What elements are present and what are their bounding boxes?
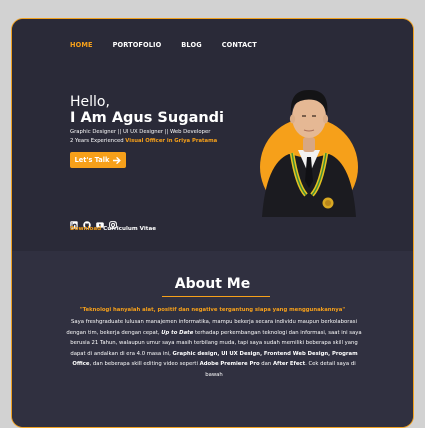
hero-experience: 2 Years Experienced Visual Officer in Gr…	[70, 138, 217, 144]
experience-highlight: Visual Officer in Griya Pratama	[125, 138, 218, 144]
about-section: About Me "Teknologi hanyalah alat, posit…	[12, 251, 413, 427]
about-title: About Me	[174, 276, 251, 292]
nav-contact[interactable]: CONTACT	[222, 41, 257, 49]
nav-blog[interactable]: BLOG	[181, 41, 201, 49]
download-cv-link[interactable]: Download Curriculum Vitae	[70, 226, 156, 232]
hero-section: HOME PORTOFOLIO BLOG CONTACT Hello, I Am…	[12, 19, 413, 251]
cv-label: Curriculum Vitae	[101, 226, 157, 232]
hero-roles: Graphic Designer || UI UX Designer || We…	[70, 129, 211, 135]
hero-greeting: Hello,	[70, 94, 110, 110]
github-icon[interactable]	[83, 214, 91, 229]
browser-frame: HOME PORTOFOLIO BLOG CONTACT Hello, I Am…	[11, 18, 414, 428]
instagram-icon[interactable]	[109, 214, 117, 229]
about-quote: "Teknologi hanyalah alat, positif dan ne…	[79, 307, 346, 313]
about-paragraph: Saya freshgraduate lulusan manajemen inf…	[66, 317, 362, 381]
about-text-3: , dan beberapa skill editing video seper…	[89, 361, 200, 368]
linkedin-icon[interactable]	[70, 214, 78, 229]
profile-portrait	[260, 89, 358, 217]
download-label: Download	[70, 226, 102, 232]
lets-talk-button[interactable]: Let's Talk	[70, 152, 126, 168]
hero-name: I Am Agus Sugandi	[70, 110, 225, 126]
about-text-4: dan	[259, 361, 273, 368]
about-tool-aftereffects: After Efect	[272, 361, 306, 368]
about-tool-premiere: Adobe Premiere Pro	[199, 361, 260, 368]
youtube-icon[interactable]	[96, 214, 104, 228]
arrow-right-icon	[113, 156, 122, 164]
about-divider	[162, 296, 270, 298]
social-links	[70, 214, 117, 229]
lets-talk-label: Let's Talk	[74, 156, 110, 164]
nav-home[interactable]: HOME	[70, 41, 93, 49]
about-text-uptodate: Up to Date	[161, 329, 194, 336]
experience-prefix: 2 Years Experienced	[70, 138, 126, 144]
main-nav: HOME PORTOFOLIO BLOG CONTACT	[70, 41, 257, 49]
nav-portofolio[interactable]: PORTOFOLIO	[113, 41, 162, 49]
